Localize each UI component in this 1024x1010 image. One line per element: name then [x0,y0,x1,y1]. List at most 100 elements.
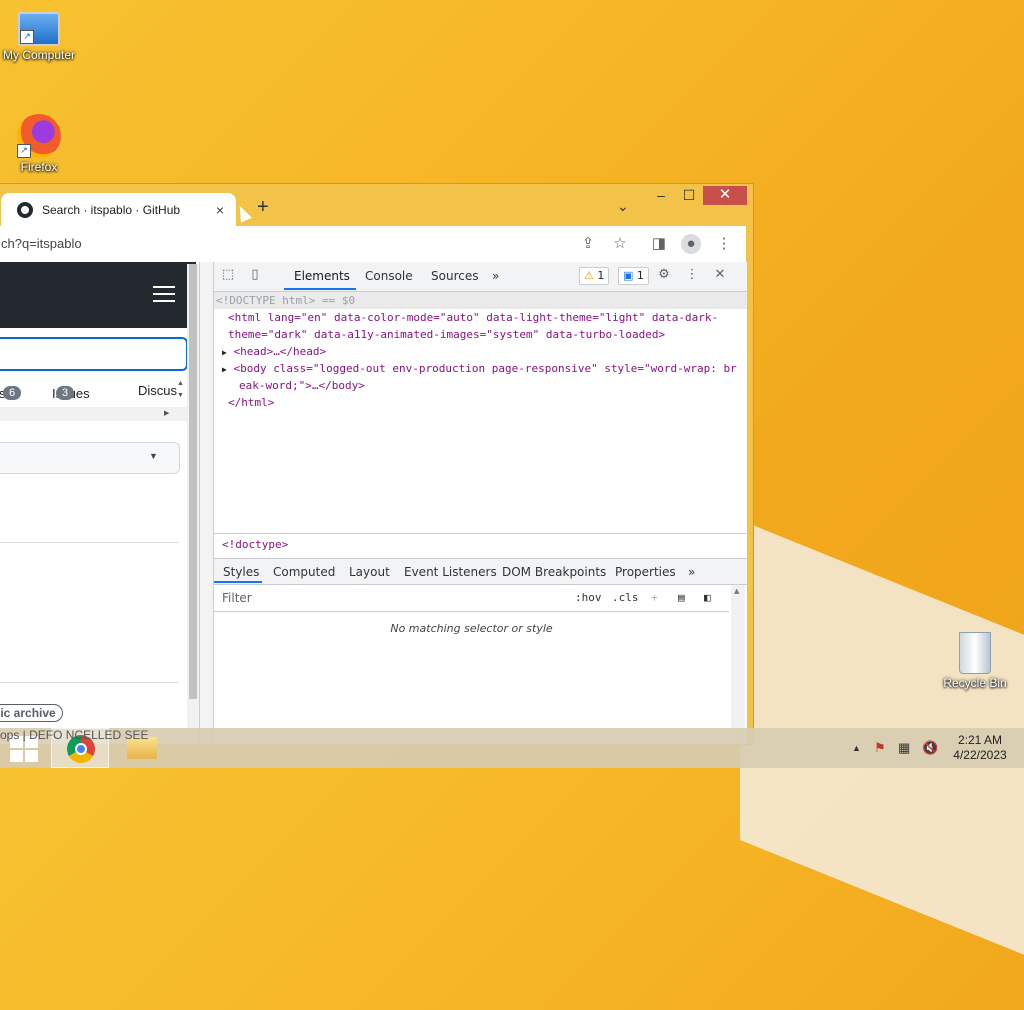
windows-logo-icon [25,750,38,762]
maximize-button[interactable]: ☐ [675,186,703,206]
scroll-up-icon[interactable]: ▲ [177,380,187,387]
system-clock[interactable]: 2:21 AM 4/22/2023 [948,733,1012,763]
action-center-flag-icon[interactable]: ⚑ [874,740,886,756]
styles-subtabbar: Styles Computed Layout Event Listeners D… [214,559,747,585]
styles-filter-row: Filter :hov .cls + ▤ ◧ [214,585,729,612]
devtools-tabbar: ⬚ ▯ Elements Console Sources » ⚠ 1 ▣ 1 ⚙… [214,262,747,292]
devtools-splitter[interactable] [199,262,214,744]
profile-icon[interactable]: ● [681,234,701,254]
desktop-icon-recycle-bin[interactable]: Recycle Bin [935,632,1015,690]
windows-logo-icon [10,750,23,762]
tab-console[interactable]: Console [365,269,413,283]
filter-input[interactable]: Filter [222,591,252,605]
divider [0,682,179,683]
toggle-sidebar-icon[interactable]: ◧ [704,591,711,604]
firefox-icon: ↗ [17,114,61,158]
tab-elements[interactable]: Elements [294,269,350,283]
github-header [0,262,196,328]
desktop-icon-label: My Computer [2,48,76,62]
side-panel-icon[interactable]: ◨ [649,234,669,254]
start-button[interactable] [10,736,38,762]
hamburger-menu-icon[interactable] [153,286,175,302]
tab-title: Search · itspablo · GitHub [42,202,181,217]
sort-dropdown[interactable]: ▼ [0,442,180,474]
network-icon[interactable]: ▦ [898,740,910,756]
recycle-bin-icon [959,632,991,674]
desktop-icon-firefox[interactable]: ↗ Firefox [0,114,79,174]
title-bar[interactable]: Search · itspablo · GitHub × + ⌄ – ☐ ✕ [0,184,753,226]
taskbar-file-explorer[interactable] [113,728,171,768]
desktop-icon-my-computer[interactable]: ↗ My Computer [0,12,79,62]
search-input[interactable] [0,337,188,371]
subtab-properties[interactable]: Properties [615,565,676,579]
subtab-styles[interactable]: Styles [223,565,259,579]
chrome-icon [67,735,95,763]
more-options-icon[interactable]: ⋮ [683,267,701,282]
dom-text: </html> [228,396,275,409]
more-tabs-button[interactable]: » [492,269,499,283]
count-badge: 3 [56,386,75,400]
folder-icon [127,737,157,759]
inspect-element-icon[interactable]: ⬚ [219,267,237,282]
subtab-computed[interactable]: Computed [273,565,335,579]
subtab-event-listeners[interactable]: Event Listeners [404,565,497,579]
messages-badge[interactable]: ▣ 1 [618,267,649,285]
more-subtabs-button[interactable]: » [688,565,695,579]
taskbar-chrome[interactable] [51,728,109,768]
show-hidden-icons-icon[interactable]: ▲ [852,743,861,753]
desktop-icon-label: Firefox [20,160,58,174]
device-toolbar-icon[interactable]: ▯ [246,267,264,282]
new-tab-button[interactable]: + [257,196,269,219]
dom-text: eak-word;">…</body> [239,379,365,392]
devtools-panel: ⬚ ▯ Elements Console Sources » ⚠ 1 ▣ 1 ⚙… [213,262,747,744]
window-close-button[interactable]: ✕ [703,186,747,205]
active-subtab-indicator [214,581,262,583]
settings-gear-icon[interactable]: ⚙ [655,267,673,282]
tab-sources[interactable]: Sources [431,269,478,283]
browser-tab[interactable]: Search · itspablo · GitHub × [1,193,236,226]
new-style-rule-icon[interactable]: + [651,591,658,604]
chevron-down-icon: ▼ [149,451,158,461]
browser-window: Search · itspablo · GitHub × + ⌄ – ☐ ✕ c… [0,183,754,745]
divider [0,542,179,543]
star-icon[interactable]: ☆ [610,234,630,254]
tab-search-button[interactable]: ⌄ [617,198,629,215]
subtab-layout[interactable]: Layout [349,565,390,579]
scroll-right-icon[interactable]: ▶ [164,409,174,417]
dom-body-node[interactable]: ▶ <body class="logged-out env-production… [222,360,737,378]
clock-time: 2:21 AM [957,733,1003,747]
dom-head-node[interactable]: ▶ <head>…</head> [222,343,326,361]
nav-item-discussions[interactable]: Discus [138,383,177,398]
subtab-dom-breakpoints[interactable]: DOM Breakpoints [502,565,606,579]
clock-date: 4/22/2023 [953,748,1007,762]
cls-toggle[interactable]: .cls [612,591,639,604]
scroll-down-icon[interactable]: ▼ [177,392,187,399]
breadcrumb: <!doctype> [214,533,747,559]
dom-doctype-line[interactable]: <!DOCTYPE html> == $0 [216,292,355,309]
breadcrumb-item[interactable]: <!doctype> [222,538,288,551]
horizontal-scrollbar[interactable]: ▶ [0,407,196,421]
close-devtools-icon[interactable]: ✕ [711,267,729,282]
scroll-up-icon[interactable]: ▲ [734,587,739,595]
paint-icon[interactable]: ▤ [678,591,685,604]
share-icon[interactable]: ⇪ [578,234,598,254]
address-bar[interactable]: ch?q=itspablo [1,236,82,251]
menu-icon[interactable]: ⋮ [714,234,734,254]
volume-muted-icon[interactable]: 🔇 [922,740,938,756]
expand-triangle-icon[interactable]: ▶ [222,348,227,357]
github-icon [17,201,33,218]
windows-logo-icon [25,736,38,748]
dom-html-close[interactable]: </html> [228,394,274,411]
dom-html-open[interactable]: <html lang="en" data-color-mode="auto" d… [228,309,718,326]
tab-close-button[interactable]: × [212,202,228,218]
page-scrollbar[interactable] [187,264,199,744]
scrollbar-thumb[interactable] [189,264,197,699]
windows-logo-icon [10,736,23,748]
styles-scrollbar[interactable]: ▲ [731,585,745,744]
expand-triangle-icon[interactable]: ▶ [222,365,227,374]
active-tab-indicator [284,288,356,290]
hov-toggle[interactable]: :hov [575,591,602,604]
dom-text: theme="dark" data-a11y-animated-images="… [228,328,666,341]
minimize-button[interactable]: – [647,186,675,206]
warnings-badge[interactable]: ⚠ 1 [579,267,610,285]
